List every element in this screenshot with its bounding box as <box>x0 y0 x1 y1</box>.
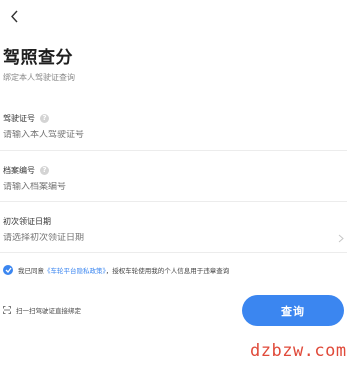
agreement-checkbox[interactable] <box>3 265 13 275</box>
file-number-input[interactable] <box>3 182 303 192</box>
issue-date-label: 初次领证日期 <box>3 216 51 227</box>
issue-date-label-text: 初次领证日期 <box>3 217 51 226</box>
divider <box>0 150 347 151</box>
scan-label: 扫一扫驾驶证直接绑定 <box>16 307 81 315</box>
issue-date-picker[interactable] <box>3 233 323 243</box>
agreement-prefix: 我已同意 <box>18 267 44 275</box>
license-number-label-text: 驾驶证号 <box>3 114 35 123</box>
back-button[interactable] <box>7 9 21 23</box>
query-button[interactable]: 查询 <box>242 295 344 326</box>
page-subtitle: 绑定本人驾驶证查询 <box>3 73 75 82</box>
scan-icon <box>3 306 11 314</box>
agreement-row: 我已同意《车轮平台隐私政策》，授权车轮使用我的个人信息用于违章查询 <box>3 265 229 275</box>
help-icon[interactable]: ? <box>40 166 49 175</box>
chevron-left-icon <box>10 10 18 22</box>
chevron-right-icon[interactable] <box>338 234 344 243</box>
divider <box>0 201 347 202</box>
page-title: 驾照查分 <box>3 48 73 68</box>
check-icon <box>5 267 12 273</box>
help-icon[interactable]: ? <box>40 114 49 123</box>
license-number-input[interactable] <box>3 130 303 140</box>
watermark: dzbzw.com <box>250 341 347 361</box>
agreement-suffix: ，授权车轮使用我的个人信息用于违章查询 <box>105 267 230 275</box>
file-number-label-text: 档案编号 <box>3 166 35 175</box>
divider <box>0 252 347 253</box>
scan-license-link[interactable]: 扫一扫驾驶证直接绑定 <box>3 305 81 315</box>
license-number-label: 驾驶证号 ? <box>3 113 49 124</box>
privacy-policy-link[interactable]: 《车轮平台隐私政策》 <box>44 267 106 275</box>
file-number-label: 档案编号 ? <box>3 165 49 176</box>
